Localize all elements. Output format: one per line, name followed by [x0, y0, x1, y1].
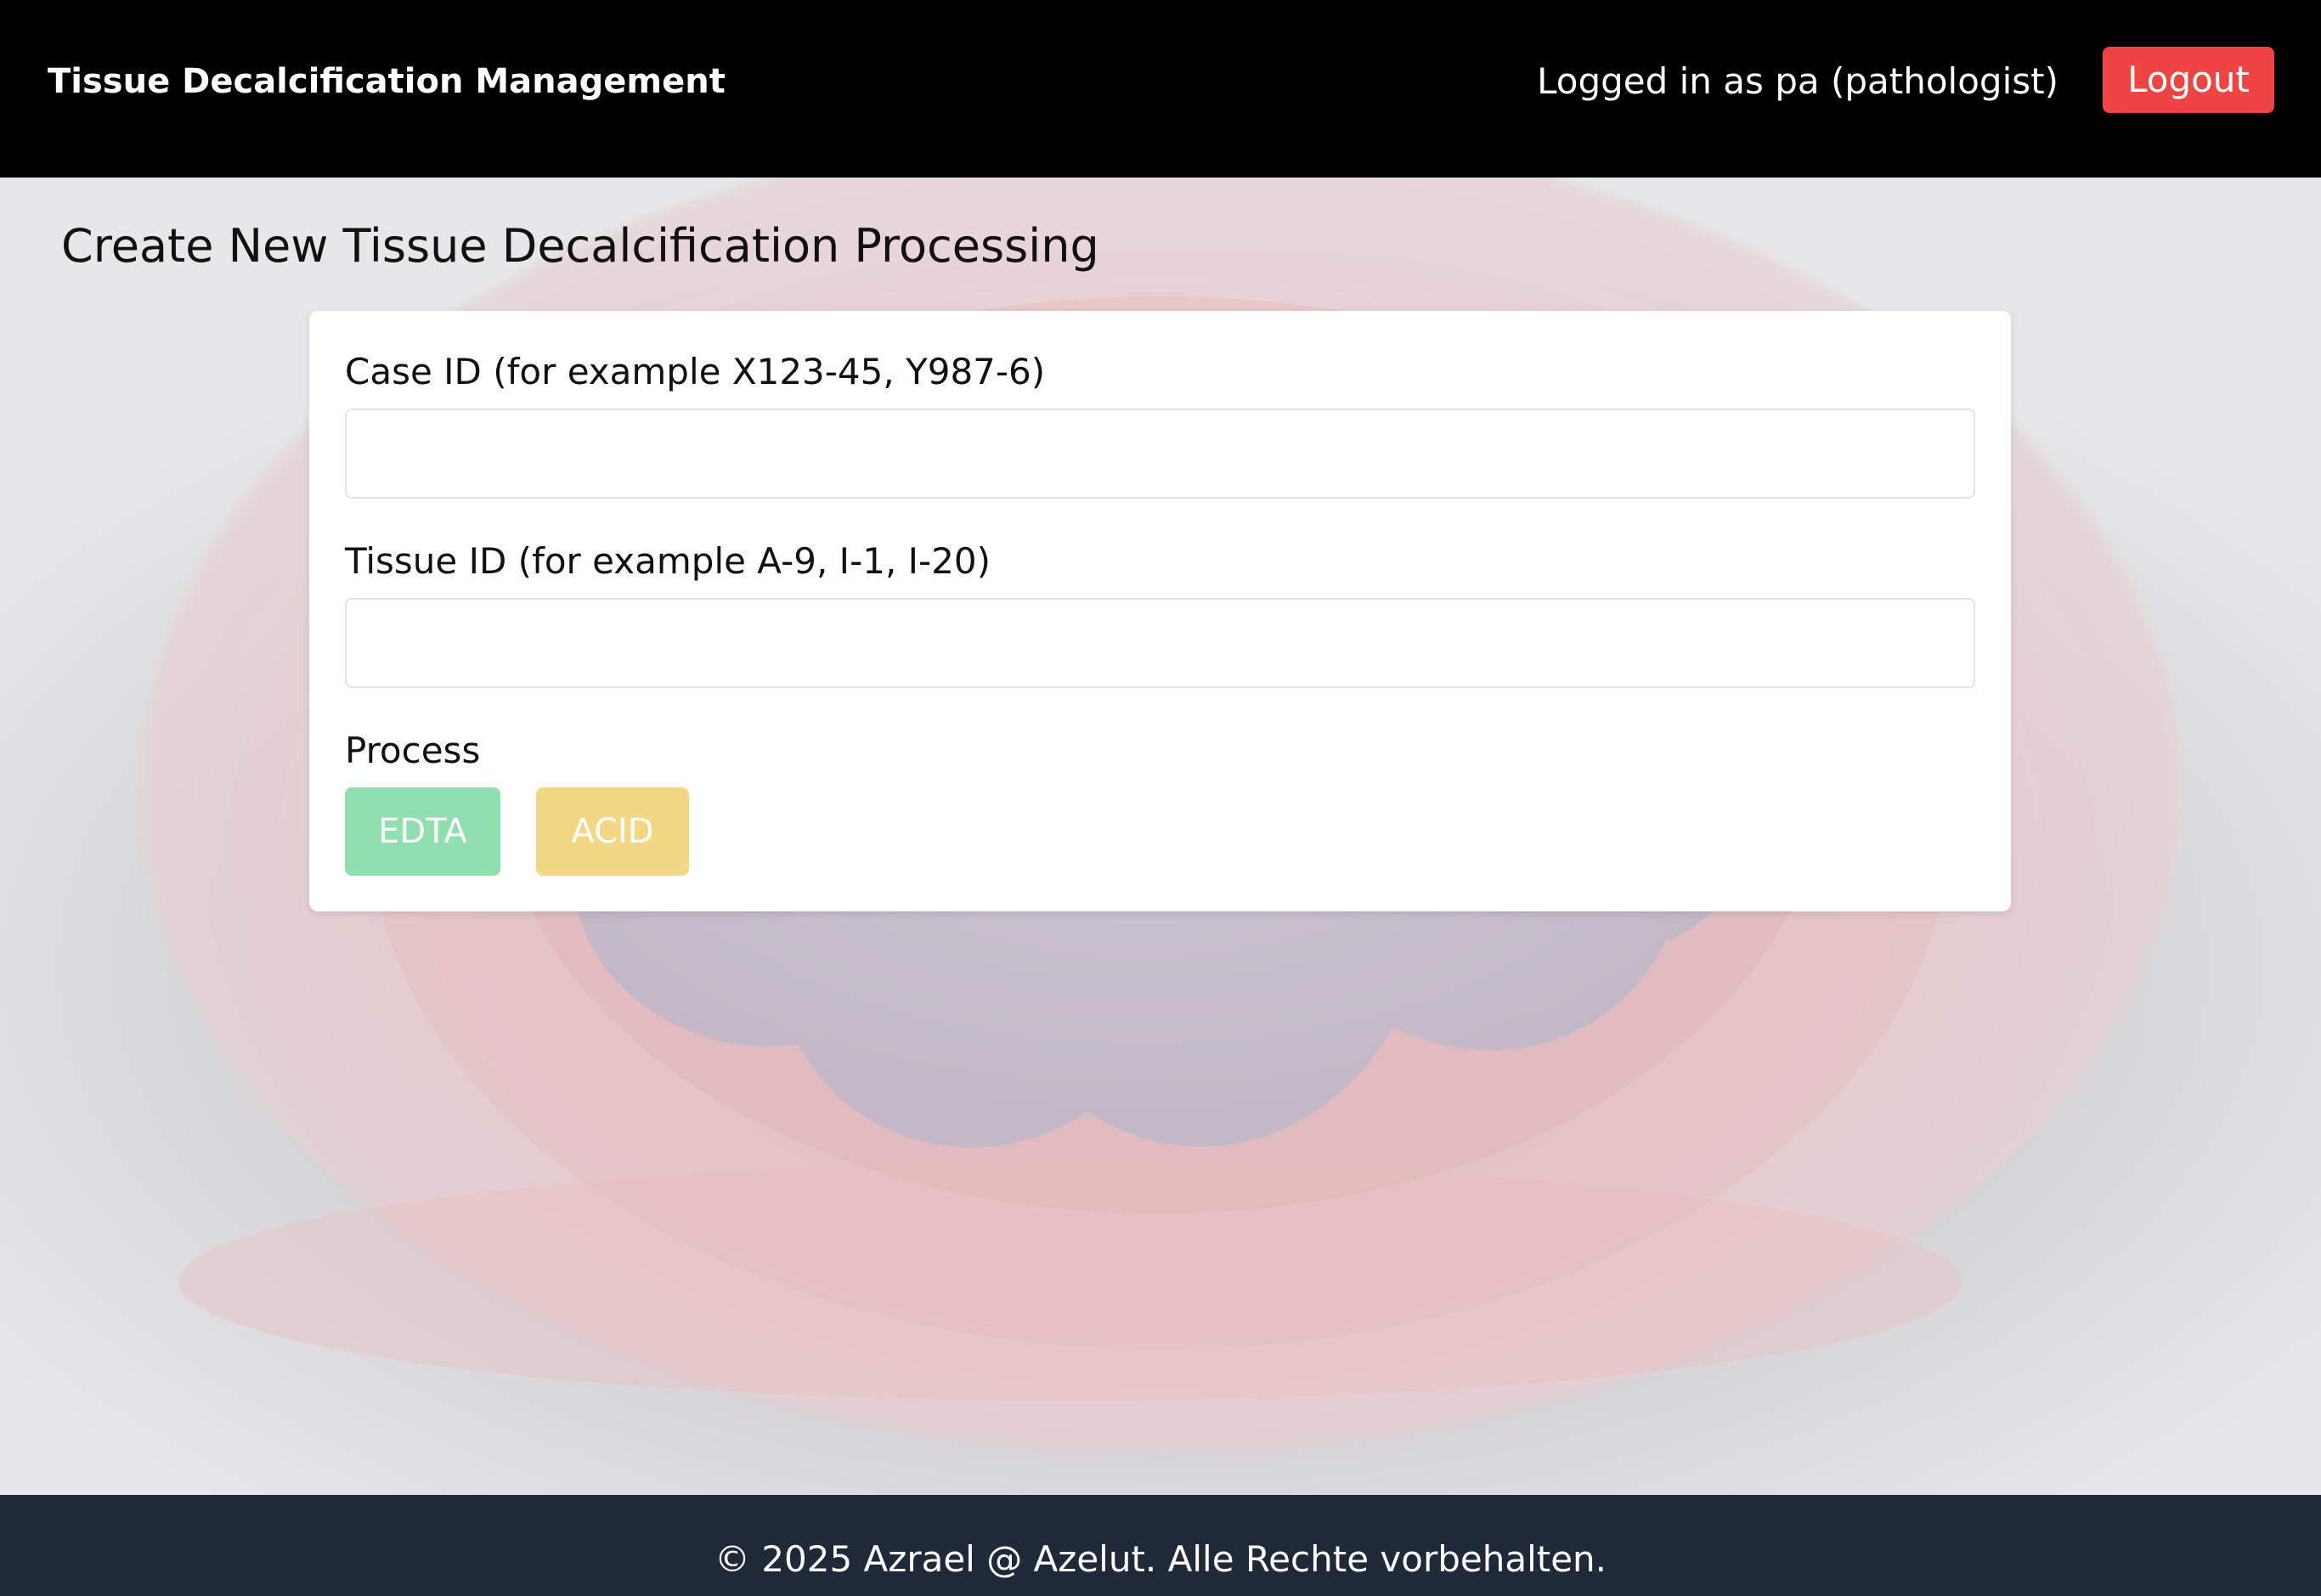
form-card: Case ID (for example X123-45, Y987-6) Ti…: [309, 311, 2011, 911]
acid-button[interactable]: ACID: [536, 787, 689, 876]
footer: © 2025 Azrael @ Azelut. Alle Rechte vorb…: [0, 1495, 2321, 1596]
case-id-input[interactable]: [345, 409, 1975, 499]
app-title: Tissue Decalcification Management: [48, 62, 726, 101]
case-id-label: Case ID (for example X123-45, Y987-6): [345, 351, 1046, 392]
page-title: Create New Tissue Decalcification Proces…: [61, 219, 1099, 273]
edta-button[interactable]: EDTA: [345, 787, 500, 876]
tissue-id-label: Tissue ID (for example A-9, I-1, I-20): [345, 540, 991, 582]
process-label: Process: [345, 730, 481, 771]
top-navbar: Tissue Decalcification Management Logged…: [0, 0, 2321, 178]
copyright-text: © 2025 Azrael @ Azelut. Alle Rechte vorb…: [714, 1538, 1607, 1580]
user-status: Logged in as pa (pathologist): [1537, 60, 2058, 102]
logout-button[interactable]: Logout: [2103, 47, 2274, 113]
tissue-id-input[interactable]: [345, 598, 1975, 688]
